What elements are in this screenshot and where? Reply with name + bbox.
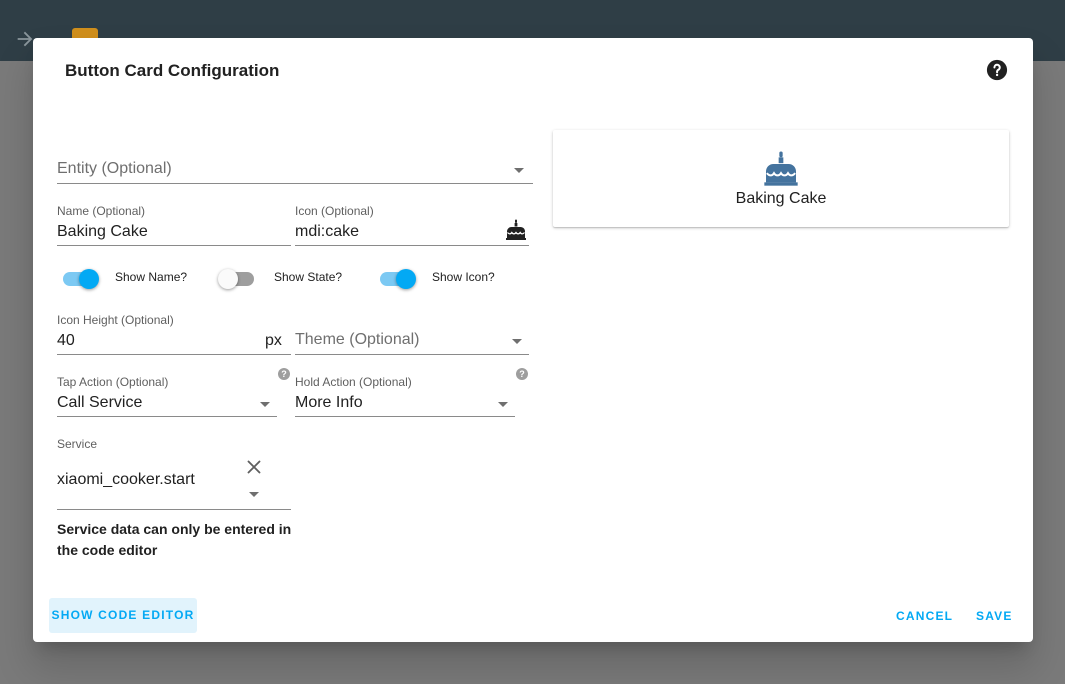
icon-height-field[interactable]: Icon Height (Optional) 40 px (57, 313, 291, 355)
entity-select[interactable]: Entity (Optional) (57, 158, 533, 184)
theme-placeholder: Theme (Optional) (295, 331, 420, 348)
name-label: Name (Optional) (57, 204, 146, 218)
show-state-knob (218, 269, 238, 289)
cake-icon (764, 151, 798, 186)
hold-action-caret-icon[interactable] (498, 402, 508, 407)
dialog-title: Button Card Configuration (65, 61, 280, 80)
service-data-note: Service data can only be entered in the … (57, 521, 292, 558)
tap-action-value: Call Service (57, 394, 143, 411)
show-name-label: Show Name? (115, 270, 188, 284)
icon-field[interactable]: Icon (Optional) mdi:cake (295, 204, 529, 246)
entity-dropdown-caret-icon[interactable] (514, 168, 524, 173)
service-value: xiaomi_cooker.start (57, 471, 195, 488)
theme-dropdown-caret-icon[interactable] (512, 339, 522, 344)
button-card-preview[interactable]: Baking Cake (553, 130, 1009, 227)
tap-action-select[interactable]: Tap Action (Optional) Call Service (57, 375, 277, 417)
icon-height-value: 40 (57, 332, 75, 349)
service-combobox[interactable]: Service xiaomi_cooker.start (57, 437, 291, 510)
service-dropdown-caret-icon[interactable] (249, 492, 259, 497)
show-state-label: Show State? (274, 270, 343, 284)
icon-height-label: Icon Height (Optional) (57, 313, 174, 327)
hold-action-help-icon[interactable]: ? (516, 368, 528, 380)
tap-action-help-icon[interactable]: ? (278, 368, 290, 380)
preview-name: Baking Cake (735, 190, 827, 207)
show-name-knob (79, 269, 99, 289)
icon-value: mdi:cake (295, 223, 360, 240)
show-icon-toggle[interactable] (378, 267, 418, 289)
theme-select[interactable]: Theme (Optional) (295, 329, 529, 355)
help-circle-icon[interactable] (986, 59, 1008, 81)
service-label: Service (57, 437, 98, 451)
cake-icon (506, 219, 526, 240)
tap-action-label: Tap Action (Optional) (57, 375, 169, 389)
icon-label: Icon (Optional) (295, 204, 374, 218)
show-icon-knob (396, 269, 416, 289)
button-card-config-dialog: Button Card Configuration Entity (Option… (33, 38, 1033, 642)
hold-action-label: Hold Action (Optional) (295, 375, 412, 389)
clear-icon[interactable] (243, 456, 265, 478)
show-icon-label: Show Icon? (432, 270, 495, 284)
show-name-toggle[interactable] (61, 267, 101, 289)
hold-action-select[interactable]: Hold Action (Optional) More Info (295, 375, 515, 417)
entity-placeholder: Entity (Optional) (57, 160, 172, 177)
icon-height-suffix: px (265, 332, 282, 349)
tap-action-caret-icon[interactable] (260, 402, 270, 407)
save-button[interactable]: Save (976, 609, 1013, 623)
show-state-toggle[interactable] (218, 267, 258, 289)
cancel-button[interactable]: Cancel (896, 609, 953, 623)
name-value: Baking Cake (57, 223, 148, 240)
name-field[interactable]: Name (Optional) Baking Cake (57, 204, 291, 246)
show-code-editor-button[interactable]: Show Code Editor (49, 598, 197, 633)
hold-action-value: More Info (295, 394, 363, 411)
